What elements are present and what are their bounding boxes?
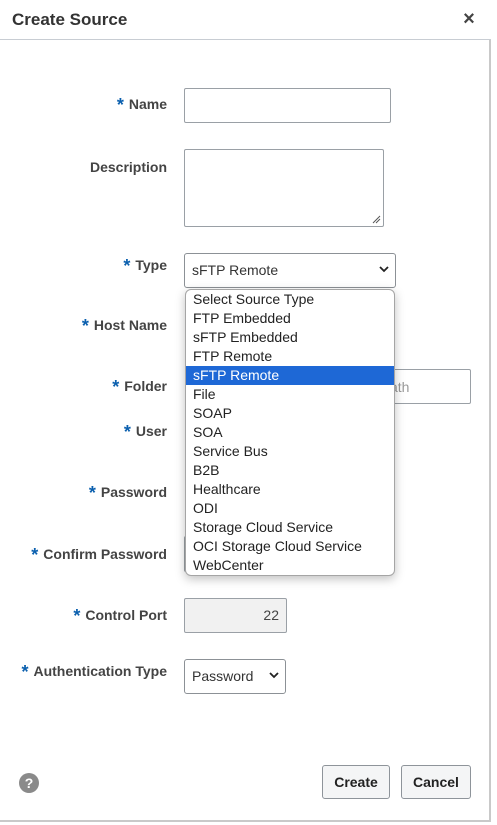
control-port-input[interactable]: 22 bbox=[184, 598, 287, 633]
dialog-titlebar: Create Source × bbox=[0, 0, 491, 40]
required-marker: * bbox=[88, 483, 96, 503]
type-dropdown-list: Select Source Type FTP Embedded sFTP Emb… bbox=[185, 289, 395, 576]
cancel-button[interactable]: Cancel bbox=[401, 765, 471, 799]
dialog-title: Create Source bbox=[12, 10, 128, 29]
required-marker: * bbox=[31, 545, 39, 565]
password-label: * Password bbox=[88, 483, 167, 503]
required-marker: * bbox=[112, 377, 120, 397]
dropdown-option[interactable]: WebCenter bbox=[186, 556, 394, 575]
required-marker: * bbox=[21, 662, 29, 682]
dropdown-option[interactable]: Healthcare bbox=[186, 480, 394, 499]
type-select-value: sFTP Remote bbox=[192, 262, 279, 278]
dropdown-option[interactable]: FTP Remote bbox=[186, 347, 394, 366]
name-input[interactable] bbox=[184, 88, 391, 123]
chevron-down-icon bbox=[379, 266, 389, 273]
dropdown-option[interactable]: sFTP Embedded bbox=[186, 328, 394, 347]
create-source-dialog: Create Source × * Name Description * Type … bbox=[0, 0, 491, 822]
confirm-password-label: * Confirm Password bbox=[31, 545, 167, 565]
authentication-type-select[interactable]: Password bbox=[184, 659, 286, 694]
description-label: Description bbox=[89, 159, 167, 175]
resize-grip-icon[interactable] bbox=[372, 215, 381, 224]
dropdown-option[interactable]: SOA bbox=[186, 423, 394, 442]
folder-label: * Folder bbox=[112, 377, 167, 397]
host-name-label: * Host Name bbox=[81, 316, 167, 336]
close-icon[interactable]: × bbox=[459, 9, 479, 29]
control-port-label: * Control Port bbox=[73, 606, 167, 626]
authentication-type-label: * Authentication Type bbox=[21, 662, 167, 682]
dropdown-option[interactable]: File bbox=[186, 385, 394, 404]
required-marker: * bbox=[123, 422, 131, 442]
dropdown-option[interactable]: ODI bbox=[186, 499, 394, 518]
type-select[interactable]: sFTP Remote bbox=[184, 253, 396, 288]
create-button[interactable]: Create bbox=[322, 765, 390, 799]
required-marker: * bbox=[81, 316, 89, 336]
required-marker: * bbox=[116, 95, 124, 115]
type-label: * Type bbox=[123, 256, 167, 276]
name-label: * Name bbox=[116, 95, 167, 115]
dropdown-option[interactable]: B2B bbox=[186, 461, 394, 480]
dropdown-option[interactable]: Service Bus bbox=[186, 442, 394, 461]
description-textarea[interactable] bbox=[184, 149, 384, 227]
dropdown-option[interactable]: OCI Storage Cloud Service bbox=[186, 537, 394, 556]
dropdown-option[interactable]: SOAP bbox=[186, 404, 394, 423]
dropdown-option[interactable]: Select Source Type bbox=[186, 290, 394, 309]
dropdown-option[interactable]: FTP Embedded bbox=[186, 309, 394, 328]
chevron-down-icon bbox=[269, 672, 279, 679]
help-icon[interactable]: ? bbox=[19, 773, 39, 793]
required-marker: * bbox=[73, 606, 81, 626]
authentication-type-value: Password bbox=[192, 668, 254, 684]
dropdown-option[interactable]: Storage Cloud Service bbox=[186, 518, 394, 537]
required-marker: * bbox=[123, 256, 131, 276]
dropdown-option-selected[interactable]: sFTP Remote bbox=[186, 366, 394, 385]
user-label: * User bbox=[123, 422, 167, 442]
